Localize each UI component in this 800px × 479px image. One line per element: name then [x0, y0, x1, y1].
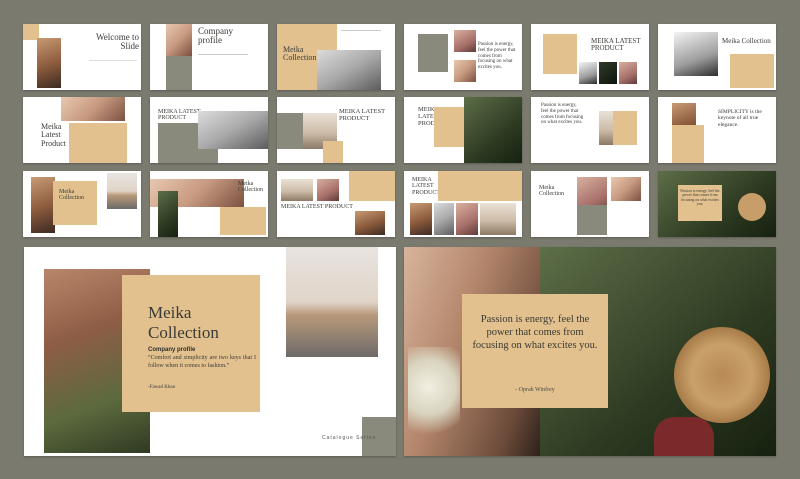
slide-title: SIMPLICITY is the keynote of all true el… — [718, 109, 762, 128]
slide-thumb-13[interactable]: Meika Collection — [23, 171, 141, 237]
accent-block — [438, 171, 522, 201]
slide-thumb-5[interactable]: MEIKA LATEST PRODUCT — [531, 24, 649, 90]
slide-thumb-9[interactable]: MEIKA LATEST PRODUCT — [277, 97, 395, 163]
feature-slide-right[interactable]: Passion is energy, feel the power that c… — [404, 247, 776, 456]
accent-block-2 — [323, 141, 343, 163]
feature-subtitle: Company profile — [148, 347, 196, 353]
model-photo — [61, 97, 125, 121]
feature-slide-left[interactable]: Meika Collection Company profile “Comfor… — [24, 247, 396, 456]
accent-block — [577, 205, 607, 235]
accent-block — [730, 54, 774, 88]
accent-block — [349, 171, 395, 201]
product-photo-4 — [480, 203, 516, 235]
accent-block — [434, 107, 468, 147]
slide-thumb-8[interactable]: MEIKA LATEST PRODUCT — [150, 97, 268, 163]
slide-thumb-11[interactable]: Passion is energy, feel the power that c… — [531, 97, 649, 163]
model-photo — [454, 30, 476, 52]
model-photo — [464, 97, 522, 163]
product-photo-3 — [619, 62, 637, 84]
slide-thumb-18[interactable]: Passion is energy, feel the power that c… — [658, 171, 776, 237]
slide-quote: Passion is energy, feel the power that c… — [541, 103, 584, 126]
product-photo-2 — [317, 179, 339, 201]
model-photo-2 — [454, 60, 476, 82]
feature-title: Meika Collection — [148, 303, 219, 343]
feature-quote: Passion is energy, feel the power that c… — [472, 314, 598, 352]
slide-thumb-17[interactable]: Meika Collection — [531, 171, 649, 237]
slide-title: Welcome to Slide — [95, 32, 139, 52]
model-photo — [674, 32, 718, 76]
accent-block — [418, 34, 448, 72]
woman-figure — [654, 417, 714, 456]
slide-title: MEIKA LATEST PRODUCT — [339, 108, 385, 122]
model-photo — [317, 50, 381, 90]
road-photo — [286, 247, 378, 357]
slide-thumb-15[interactable]: MEIKA LATEST PRODUCT — [277, 171, 395, 237]
footer-label: Catalogue Series — [322, 435, 377, 441]
slide-quote: Passion is energy, feel the power that c… — [680, 189, 720, 207]
slide-title: MEIKA LATEST PRODUCT — [281, 204, 353, 210]
slide-title: Meika Collection — [539, 185, 564, 198]
slide-title: MEIKA LATEST PRODUCT — [591, 37, 641, 53]
product-photo — [198, 111, 268, 149]
flower-photo — [158, 191, 178, 237]
body-text — [198, 54, 248, 63]
hat-shape — [674, 327, 770, 423]
flower-cluster — [408, 347, 460, 447]
product-photo — [410, 203, 432, 235]
accent-block — [220, 207, 266, 235]
product-photo-3 — [355, 211, 385, 235]
feature-quote: “Comfort and simplicity are two keys tha… — [148, 355, 256, 369]
slide-thumb-7[interactable]: Meika Latest Product — [23, 97, 141, 163]
landscape-photo — [107, 173, 137, 209]
product-photo — [579, 62, 597, 84]
slide-title: Meika Latest Product — [41, 122, 66, 148]
hat-shape — [738, 193, 766, 221]
accent-block — [613, 111, 637, 145]
body-text — [341, 30, 381, 41]
slide-thumb-10[interactable]: MEIKA LATEST PRODUCT — [404, 97, 522, 163]
slide-thumb-1[interactable]: Welcome to Slide — [23, 24, 141, 90]
quote-author: - Oprah Winfrey — [515, 387, 555, 393]
title-panel — [122, 275, 260, 412]
model-photo — [31, 177, 55, 233]
product-photo-2 — [434, 203, 454, 235]
model-photo — [37, 38, 61, 88]
body-text — [89, 60, 137, 71]
product-photo — [281, 179, 313, 201]
accent-block — [672, 125, 704, 163]
product-photo-3 — [456, 203, 478, 235]
accent-block — [53, 181, 97, 225]
slide-thumb-16[interactable]: MEIKA LATEST PRODUCT — [404, 171, 522, 237]
slide-thumb-12[interactable]: SIMPLICITY is the keynote of all true el… — [658, 97, 776, 163]
slide-title: Meika Collection — [722, 37, 771, 45]
slide-quote: Passion is energy, feel the power that c… — [478, 42, 516, 70]
slide-thumb-2[interactable]: Company profile — [150, 24, 268, 90]
accent-block — [69, 123, 127, 163]
slide-thumb-6[interactable]: Meika Collection — [658, 24, 776, 90]
accent-block — [543, 34, 577, 74]
slide-title: Meika Collection — [59, 189, 84, 202]
accent-block — [166, 56, 192, 90]
quote-author: -Fawad Khan — [148, 385, 176, 390]
slide-thumb-3[interactable]: Meika Collection — [277, 24, 395, 90]
slide-thumb-4[interactable]: Passion is energy, feel the power that c… — [404, 24, 522, 90]
slide-title: Meika Collection — [238, 181, 263, 194]
accent-block — [277, 113, 305, 149]
model-photo-2 — [611, 177, 641, 201]
model-photo — [166, 24, 192, 56]
slide-thumb-14[interactable]: Meika Collection — [150, 171, 268, 237]
slide-title: Company profile — [198, 26, 233, 46]
product-photo-2 — [599, 62, 617, 84]
